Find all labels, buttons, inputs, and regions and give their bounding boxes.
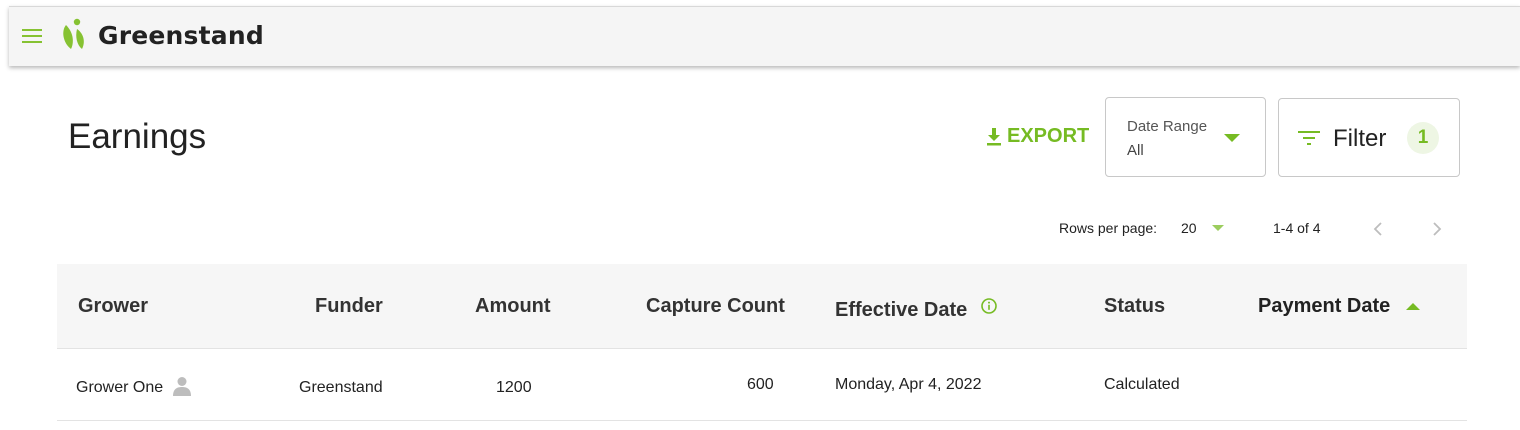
date-range-value: All — [1127, 142, 1144, 159]
page-range-text: 1-4 of 4 — [1273, 220, 1321, 236]
menu-icon[interactable] — [22, 29, 42, 43]
export-button[interactable]: EXPORT — [986, 125, 1089, 148]
cell-funder: Greenstand — [299, 379, 383, 396]
filter-count-badge: 1 — [1407, 122, 1439, 154]
column-header-effective-date[interactable]: Effective Date — [835, 299, 967, 322]
app-bar: Greenstand — [9, 6, 1520, 66]
chevron-down-icon — [1224, 134, 1240, 142]
table-row[interactable]: Grower One Greenstand 1200 600 Monday, A… — [57, 349, 1467, 421]
page-title: Earnings — [68, 117, 207, 156]
column-header-amount[interactable]: Amount — [475, 295, 551, 318]
date-range-label: Date Range — [1127, 118, 1208, 135]
greenstand-logo-icon — [63, 18, 84, 49]
column-header-status[interactable]: Status — [1104, 295, 1165, 318]
cell-grower: Grower One — [76, 379, 164, 396]
download-icon — [987, 127, 1001, 145]
column-header-capture-count[interactable]: Capture Count — [646, 295, 785, 318]
date-range-select[interactable]: Date Range All — [1105, 97, 1266, 177]
column-header-payment-date[interactable]: Payment Date — [1258, 295, 1390, 318]
info-icon[interactable] — [981, 298, 997, 314]
chevron-down-icon[interactable] — [1212, 225, 1224, 231]
person-icon[interactable] — [173, 376, 191, 396]
filter-icon — [1298, 131, 1320, 145]
table-header: Grower Funder Amount Capture Count Effec… — [57, 264, 1467, 349]
cell-capture-count: 600 — [747, 376, 774, 393]
brand-name: Greenstand — [98, 21, 264, 50]
cell-effective-date: Monday, Apr 4, 2022 — [835, 376, 982, 393]
rows-per-page-select[interactable]: 20 — [1181, 220, 1197, 236]
rows-per-page-label: Rows per page: — [1059, 220, 1158, 236]
cell-status: Calculated — [1104, 376, 1180, 393]
column-header-grower[interactable]: Grower — [78, 295, 148, 318]
filter-label: Filter — [1333, 125, 1387, 152]
filter-button[interactable]: Filter 1 — [1278, 98, 1460, 177]
cell-amount: 1200 — [496, 379, 532, 396]
chevron-left-icon[interactable] — [1372, 221, 1386, 237]
sort-ascending-icon[interactable] — [1406, 303, 1420, 310]
chevron-right-icon[interactable] — [1429, 221, 1443, 237]
column-header-funder[interactable]: Funder — [315, 295, 383, 318]
export-label: EXPORT — [1007, 125, 1090, 147]
